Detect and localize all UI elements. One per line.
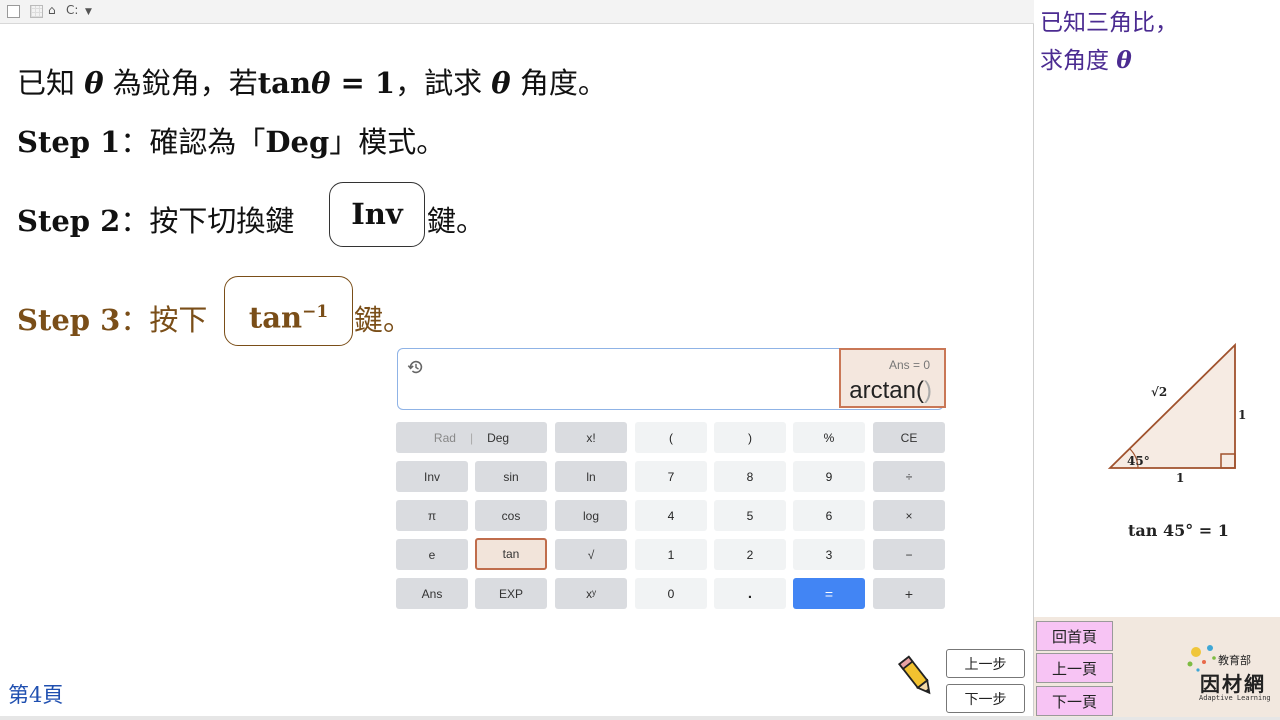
prev-page-button[interactable]: 上一頁 xyxy=(1036,653,1113,683)
hypotenuse-label: √2 xyxy=(1151,385,1168,399)
key-e[interactable]: e xyxy=(396,539,468,570)
key-ans[interactable]: Ans xyxy=(396,578,468,609)
key-inv[interactable]: Inv xyxy=(396,461,468,492)
top-toolbar: ⌂ C: ▼ xyxy=(0,0,1034,24)
home-icon[interactable]: ⌂ xyxy=(48,3,56,17)
logo-english: Adaptive Learning xyxy=(1199,694,1271,702)
history-icon[interactable] xyxy=(407,358,425,376)
key-9[interactable]: 9 xyxy=(793,461,865,492)
key-ln[interactable]: ln xyxy=(555,461,627,492)
key-open-paren[interactable]: ( xyxy=(635,422,707,453)
rad-deg-toggle[interactable]: Rad | Deg xyxy=(396,422,547,453)
page-number: 第4頁 xyxy=(8,683,64,707)
step3-tail: 鍵。 xyxy=(354,303,413,337)
theta-symbol: θ xyxy=(311,66,331,100)
result-highlight: Ans = 0 arctan() xyxy=(839,348,946,408)
key-sin[interactable]: sin xyxy=(475,461,547,492)
deg-label[interactable]: Deg xyxy=(487,431,509,445)
step2-label: Step 2 xyxy=(17,204,121,238)
adjacent-label: 1 xyxy=(1176,471,1185,485)
hint-line1: 已知三角比， xyxy=(1040,10,1178,36)
drive-label[interactable]: C: xyxy=(66,3,78,17)
tan-key-label: tan xyxy=(248,300,303,335)
step2-text: ：按下切換鍵 xyxy=(120,204,295,238)
expr-text: arctan( xyxy=(849,377,924,404)
key-multiply[interactable]: × xyxy=(873,500,945,531)
step3-text: ：按下 xyxy=(120,303,208,337)
step1-text: 」模式。 xyxy=(329,125,446,159)
equation-text: = 1 xyxy=(330,66,396,100)
key-7[interactable]: 7 xyxy=(635,461,707,492)
key-8[interactable]: 8 xyxy=(714,461,786,492)
problem-text: 已知 xyxy=(17,66,85,100)
rad-label[interactable]: Rad xyxy=(434,431,456,445)
angle-label: 45° xyxy=(1127,454,1150,468)
tan-inverse-key-box: tan−1 xyxy=(224,276,353,346)
key-plus[interactable]: + xyxy=(873,578,945,609)
hint-text: 已知三角比， 求角度 θ xyxy=(1040,5,1178,80)
expression-readout: arctan() xyxy=(849,377,932,405)
key-1[interactable]: 1 xyxy=(635,539,707,570)
opposite-label: 1 xyxy=(1238,408,1247,422)
triangle-shape xyxy=(1107,342,1236,469)
key-equals[interactable]: = xyxy=(793,578,865,609)
tan-equation: tan 45° = 1 xyxy=(1128,521,1229,540)
key-tan-highlighted[interactable]: tan xyxy=(475,538,547,570)
chevron-down-icon[interactable]: ▼ xyxy=(85,7,92,17)
home-page-button[interactable]: 回首頁 xyxy=(1036,621,1113,651)
key-sqrt[interactable]: √ xyxy=(555,539,627,570)
key-decimal[interactable]: . xyxy=(714,578,786,609)
key-divide[interactable]: ÷ xyxy=(873,461,945,492)
inv-key-label: Inv xyxy=(351,197,403,231)
key-factorial[interactable]: x! xyxy=(555,422,627,453)
prev-step-button[interactable]: 上一步 xyxy=(946,649,1025,678)
key-power[interactable]: xʸ xyxy=(555,578,627,609)
problem-text: 為銳角，若 xyxy=(103,66,258,100)
step2-tail: 鍵。 xyxy=(427,204,486,238)
problem-text: ，試求 xyxy=(395,66,492,100)
expr-paren: ) xyxy=(924,377,932,404)
hint-line2: 求角度 θ xyxy=(1040,42,1178,80)
deg-mode-text: Deg xyxy=(265,125,330,159)
right-triangle-diagram xyxy=(1107,342,1236,469)
key-ce[interactable]: CE xyxy=(873,422,945,453)
key-percent[interactable]: % xyxy=(793,422,865,453)
grid-icon[interactable] xyxy=(30,5,43,18)
next-page-button[interactable]: 下一頁 xyxy=(1036,686,1113,716)
theta-symbol: θ xyxy=(491,66,511,100)
key-exp[interactable]: EXP xyxy=(475,578,547,609)
step3-label: Step 3 xyxy=(17,303,121,337)
checkbox-icon[interactable] xyxy=(7,5,20,18)
key-3[interactable]: 3 xyxy=(793,539,865,570)
key-0[interactable]: 0 xyxy=(635,578,707,609)
key-minus[interactable]: − xyxy=(873,539,945,570)
pencil-icon[interactable] xyxy=(898,654,936,700)
hint-line2-text: 求角度 xyxy=(1040,48,1117,74)
next-step-button[interactable]: 下一步 xyxy=(946,684,1025,713)
theta-symbol: θ xyxy=(1116,47,1132,74)
key-pi[interactable]: π xyxy=(396,500,468,531)
key-log[interactable]: log xyxy=(555,500,627,531)
problem-text: 角度。 xyxy=(510,66,607,100)
inverse-superscript: −1 xyxy=(302,302,329,322)
key-6[interactable]: 6 xyxy=(793,500,865,531)
step1-line: Step 1：確認為「Deg」模式。 xyxy=(17,119,445,161)
key-4[interactable]: 4 xyxy=(635,500,707,531)
key-5[interactable]: 5 xyxy=(714,500,786,531)
ans-readout: Ans = 0 xyxy=(888,358,930,372)
theta-symbol: θ xyxy=(84,66,104,100)
key-close-paren[interactable]: ) xyxy=(714,422,786,453)
logo-ministry-text: 教育部 xyxy=(1218,654,1251,667)
inv-key-box: Inv xyxy=(329,182,425,247)
step2-line: Step 2：按下切換鍵 xyxy=(17,198,294,240)
key-2[interactable]: 2 xyxy=(714,539,786,570)
tan-text: tan xyxy=(257,66,312,100)
step1-label: Step 1 xyxy=(17,125,121,159)
step1-text: ：確認為「 xyxy=(120,125,266,159)
problem-statement: 已知 θ 為銳角，若tanθ = 1，試求 θ 角度。 xyxy=(17,60,607,102)
key-cos[interactable]: cos xyxy=(475,500,547,531)
step3-line: Step 3：按下 xyxy=(17,297,207,339)
logo-name: 因材網 xyxy=(1200,672,1266,696)
